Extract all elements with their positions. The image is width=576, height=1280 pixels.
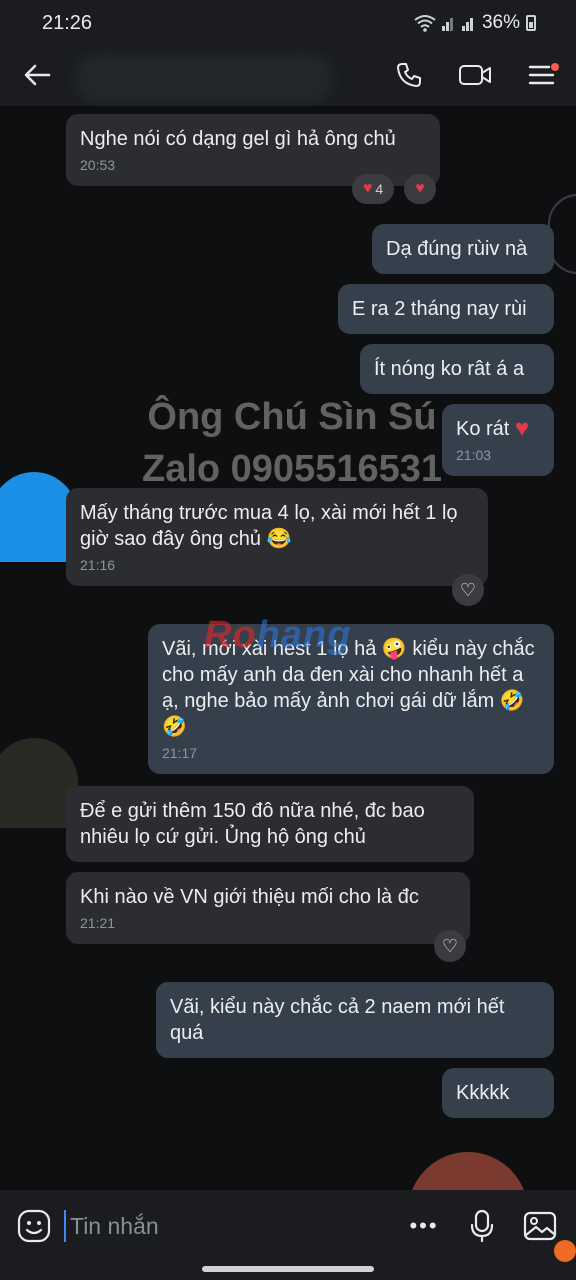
message-out[interactable]: Dạ đúng rùiv nà: [372, 224, 554, 274]
heart-outline-icon: ♡: [459, 579, 477, 600]
status-icons: 36%: [414, 12, 536, 34]
message-out[interactable]: E ra 2 tháng nay rùi: [338, 284, 554, 334]
message-time: 21:21: [80, 915, 116, 931]
status-time: 21:26: [42, 12, 93, 34]
heart-outline-icon: ♡: [441, 935, 459, 956]
chat-area[interactable]: Nghe nói có dạng gel gì hả ông chủ 20:53…: [0, 106, 576, 1190]
signal-icon-2: [461, 15, 476, 31]
message-text: Mấy tháng trước mua 4 lọ, xài mới hết 1 …: [80, 502, 458, 550]
phone-icon[interactable]: [392, 58, 426, 92]
message-text: E ra 2 tháng nay rùi: [352, 298, 527, 320]
react-heart-button[interactable]: ♡: [452, 574, 484, 606]
status-bar: 21:26 36%: [0, 0, 576, 46]
react-heart-button[interactable]: ♥: [404, 174, 436, 204]
message-out[interactable]: Kkkkk: [442, 1068, 554, 1118]
message-input[interactable]: Tin nhắn: [64, 1210, 364, 1242]
wifi-icon: [414, 15, 436, 32]
home-indicator[interactable]: [202, 1266, 374, 1272]
contact-name-blurred[interactable]: [74, 54, 334, 104]
reaction-badge[interactable]: ♥ 4: [352, 174, 394, 204]
message-text: Vãi, kiểu này chắc cả 2 naem mới hết quá: [170, 996, 505, 1044]
logo-part-a: Ro: [204, 614, 257, 656]
image-icon[interactable]: [522, 1208, 558, 1244]
watermark-line1: Ông Chú Sìn Sú: [147, 396, 437, 438]
battery-percent: 36%: [481, 12, 520, 33]
more-options-icon[interactable]: •••: [402, 1208, 446, 1244]
watermark: Ông Chú Sìn Sú Zalo 0905516531: [112, 391, 472, 495]
message-text: Khi nào về VN giới thiệu mối cho là đc: [80, 886, 419, 908]
heart-icon: ♥: [415, 180, 425, 197]
message-in[interactable]: Mấy tháng trước mua 4 lọ, xài mới hết 1 …: [66, 488, 488, 586]
menu-icon[interactable]: [526, 58, 560, 92]
floating-badge-icon[interactable]: [554, 1240, 576, 1262]
react-heart-button[interactable]: ♡: [434, 930, 466, 962]
sticker-partial: [408, 1152, 528, 1190]
chat-header: [0, 46, 576, 106]
reaction-count: 4: [375, 181, 384, 197]
message-text: Dạ đúng rùiv nà: [386, 238, 528, 260]
message-text: Ít nóng ko rât á a: [374, 358, 525, 380]
heart-icon: ♥: [362, 180, 373, 197]
message-text: Để e gửi thêm 150 đô nữa nhé, đc bao nhi…: [80, 800, 425, 848]
message-in[interactable]: Khi nào về VN giới thiệu mối cho là đc 2…: [66, 872, 470, 944]
message-in[interactable]: Để e gửi thêm 150 đô nữa nhé, đc bao nhi…: [66, 786, 474, 862]
message-text: Kkkkk: [456, 1082, 510, 1104]
back-arrow-icon[interactable]: [20, 58, 54, 92]
message-time: 20:53: [80, 157, 116, 173]
message-time: 21:17: [162, 745, 198, 761]
heart-icon: ♥: [514, 415, 530, 442]
message-text: Nghe nói có dạng gel gì hả ông chủ: [80, 128, 396, 150]
battery-icon: [526, 15, 536, 31]
logo-part-b: hang: [256, 614, 352, 656]
message-out[interactable]: Vãi, kiểu này chắc cả 2 naem mới hết quá: [156, 982, 554, 1058]
reaction-heart[interactable]: ♥: [506, 414, 538, 444]
video-call-icon[interactable]: [458, 58, 492, 92]
message-time: 21:16: [80, 557, 116, 573]
signal-icon: [441, 15, 456, 31]
watermark-logo: Rohang: [204, 614, 351, 657]
emoji-icon[interactable]: [16, 1208, 52, 1244]
microphone-icon[interactable]: [464, 1208, 500, 1244]
message-out[interactable]: Ít nóng ko rât á a: [360, 344, 554, 394]
